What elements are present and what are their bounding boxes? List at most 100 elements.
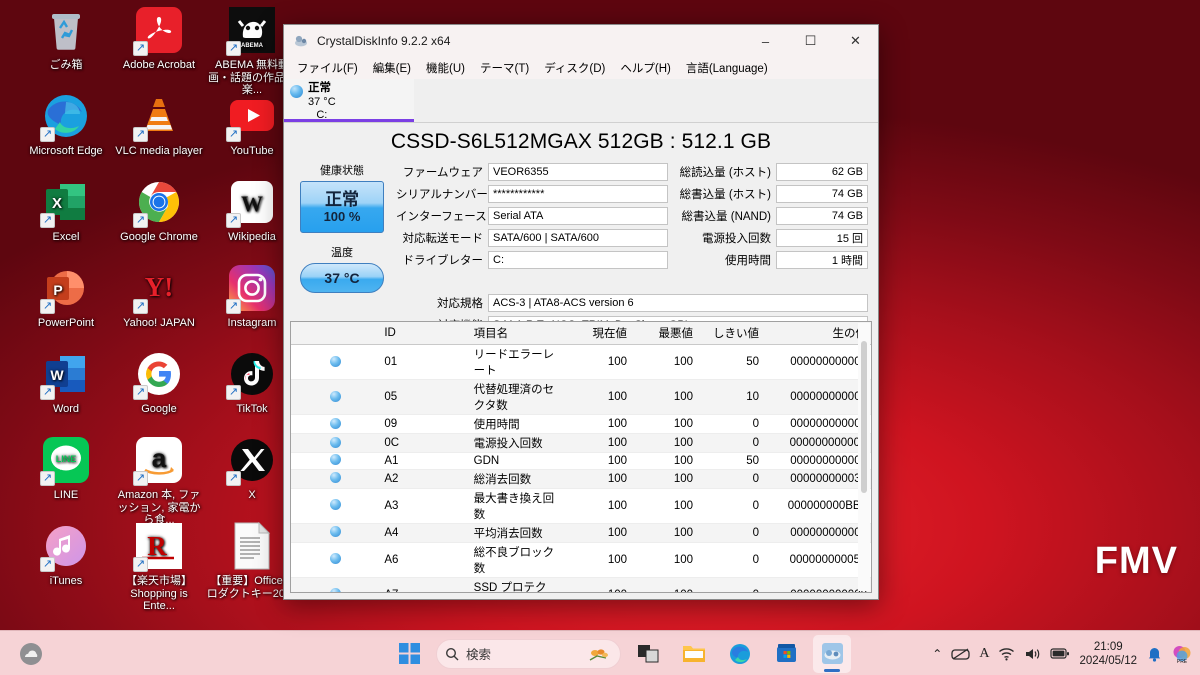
table-row[interactable]: 0C 電源投入回数 100 100 0 00000000000F: [291, 433, 871, 453]
row-worst: 100: [631, 469, 697, 489]
svg-text:W: W: [241, 191, 263, 216]
start-button[interactable]: [390, 635, 428, 673]
volume-icon[interactable]: [1024, 647, 1041, 661]
search-input[interactable]: 検索: [436, 638, 621, 669]
scrollbar-thumb[interactable]: [861, 341, 867, 493]
crystaldiskinfo-button[interactable]: [813, 634, 851, 673]
desktop-icon-powerpoint[interactable]: P PowerPoint: [20, 264, 112, 330]
field-total-write-nand: 総書込量 (NAND) 74 GB: [668, 206, 868, 226]
desktop-icon-rakuten[interactable]: R 【楽天市場】Shopping is Ente...: [113, 522, 205, 613]
menu-item-edit[interactable]: 編集(E): [366, 58, 418, 78]
table-row[interactable]: A7SSD プロテクトモード1001000000000000000: [291, 577, 871, 592]
ime-a-icon[interactable]: A: [979, 646, 989, 662]
row-status-dot-icon: [291, 379, 381, 415]
table-row[interactable]: 09 使用時間 100 100 0 000000000001: [291, 414, 871, 434]
health-status-text: 正常: [325, 190, 359, 209]
header-threshold[interactable]: しきい値: [697, 322, 763, 345]
menu-item-file[interactable]: ファイル(F): [290, 58, 365, 78]
row-raw: 00000000000F: [763, 433, 871, 453]
disk-tab-c[interactable]: 正常 37 °C C:: [284, 79, 414, 122]
pen-tablet-icon[interactable]: [951, 647, 970, 661]
header-name[interactable]: 項目名: [469, 322, 559, 345]
desktop-icon-google[interactable]: Google: [113, 350, 205, 416]
svg-text:P: P: [53, 282, 62, 298]
disk-tab-status: 正常: [308, 82, 331, 94]
desktop-icon-yahoo-japan[interactable]: Y! Yahoo! JAPAN: [113, 264, 205, 330]
field-serial-label: シリアルナンバー: [396, 189, 488, 201]
microsoft-edge-button[interactable]: [721, 635, 759, 673]
menu-item-disk[interactable]: ディスク(D): [537, 58, 612, 78]
field-drive-letter-value: C:: [488, 251, 668, 269]
weather-widget[interactable]: [18, 641, 44, 667]
wikipedia-icon: W: [226, 178, 276, 228]
table-row[interactable]: A2 総消去回数 100 100 0 000000000033: [291, 469, 871, 489]
health-status-badge[interactable]: 正常 100 %: [300, 181, 384, 233]
table-scrollbar[interactable]: [858, 323, 870, 591]
temperature-badge[interactable]: 37 °C: [300, 263, 384, 293]
row-name: リードエラーレート: [469, 344, 559, 380]
row-raw: 000000000000: [763, 344, 871, 380]
row-threshold: 0: [697, 523, 763, 543]
header-current[interactable]: 現在値: [559, 322, 631, 345]
header-id[interactable]: ID: [380, 322, 470, 345]
shortcut-overlay-icon: [133, 127, 148, 142]
desktop-icon-label: iTunes: [49, 575, 83, 587]
menu-item-help[interactable]: ヘルプ(H): [613, 58, 677, 78]
battery-icon[interactable]: [1050, 647, 1070, 660]
desktop-icon-amazon[interactable]: a Amazon 本, ファッション, 家電から食...: [113, 436, 205, 527]
row-status-dot-icon: [291, 488, 381, 524]
drive-model-title: CSSD-S6L512MGAX 512GB : 512.1 GB: [390, 130, 772, 153]
field-firmware-label: ファームウェア: [402, 167, 483, 179]
smart-rows-body: 01 リードエラーレート 100 100 50 000000000000 05 代替処理済のセ…: [291, 344, 871, 592]
minimize-button[interactable]: –: [743, 25, 788, 57]
close-button[interactable]: ✕: [833, 25, 878, 57]
desktop-icon-line[interactable]: LINE LINE: [20, 436, 112, 502]
table-row[interactable]: 05 代替処理済のセクタ数 100 100 10 000000000000: [291, 379, 871, 415]
wifi-icon[interactable]: [998, 647, 1015, 661]
row-raw: 000000000000: [763, 379, 871, 415]
abema-icon: ABEMA: [226, 6, 276, 56]
drive-fields-left: ファームウェア VEOR6355 シリアルナンバー ************ イ…: [390, 162, 668, 293]
desktop-icon-vlc-media-player[interactable]: VLC media player: [113, 92, 205, 158]
shortcut-overlay-icon: [40, 471, 55, 486]
desktop-icon-itunes[interactable]: iTunes: [20, 522, 112, 588]
desktop-icon-google-chrome[interactable]: Google Chrome: [113, 178, 205, 244]
table-row[interactable]: A3 最大書き換え回数 100 100 0 000000000BB8: [291, 488, 871, 524]
header-raw[interactable]: 生の値: [763, 322, 871, 345]
desktop-icon-microsoft-edge[interactable]: Microsoft Edge: [20, 92, 112, 158]
table-row[interactable]: 01 リードエラーレート 100 100 50 000000000000: [291, 344, 871, 380]
field-standard-label: 対応規格: [437, 298, 483, 310]
table-row[interactable]: A6 総不良ブロック数 100 100 0 00000000005F: [291, 542, 871, 578]
table-row[interactable]: A4 平均消去回数 100 100 0 000000000000: [291, 523, 871, 543]
field-interface-label: インターフェース: [396, 211, 487, 223]
crystaldiskinfo-window[interactable]: CrystalDiskInfo 9.2.2 x64 – ☐ ✕ ファイル(F) …: [283, 24, 879, 600]
desktop-icon-label: Yahoo! JAPAN: [123, 317, 195, 329]
chevron-up-icon[interactable]: ⌃: [932, 647, 942, 661]
desktop-icon-label: VLC media player: [115, 145, 203, 157]
window-titlebar[interactable]: CrystalDiskInfo 9.2.2 x64 – ☐ ✕: [284, 25, 878, 57]
desktop-icon-adobe-acrobat[interactable]: Adobe Acrobat: [113, 6, 205, 72]
smart-attributes-table[interactable]: ID 項目名 現在値 最悪値 しきい値 生の値 01 リードエラーレート 100 10…: [290, 321, 872, 593]
microsoft-store-button[interactable]: [767, 635, 805, 673]
row-status-dot-icon: [291, 414, 381, 434]
table-row[interactable]: A1 GDN 100 100 50 000000000000: [291, 452, 871, 470]
task-view-button[interactable]: [629, 635, 667, 673]
desktop-icon-excel[interactable]: X Excel: [20, 178, 112, 244]
clock[interactable]: 21:09 2024/05/12: [1079, 640, 1137, 668]
desktop-icon-label: Excel: [52, 231, 80, 243]
row-current: 100: [559, 577, 631, 592]
header-worst[interactable]: 最悪値: [631, 322, 697, 345]
menu-item-function[interactable]: 機能(U): [419, 58, 472, 78]
copilot-icon[interactable]: PRE: [1172, 644, 1192, 664]
maximize-button[interactable]: ☐: [788, 25, 833, 57]
desktop-icon-word[interactable]: W Word: [20, 350, 112, 416]
word-icon: W: [40, 350, 90, 400]
menu-item-language[interactable]: 言語(Language): [679, 58, 775, 78]
desktop-icon-recycle-bin[interactable]: ごみ箱: [20, 6, 112, 72]
bell-icon[interactable]: [1146, 645, 1163, 662]
row-current: 100: [559, 452, 631, 470]
menu-bar: ファイル(F) 編集(E) 機能(U) テーマ(T) ディスク(D) ヘルプ(H…: [284, 57, 878, 79]
file-explorer-button[interactable]: [675, 635, 713, 673]
menu-item-theme[interactable]: テーマ(T): [473, 58, 536, 78]
recycle-bin-icon: [42, 6, 90, 54]
